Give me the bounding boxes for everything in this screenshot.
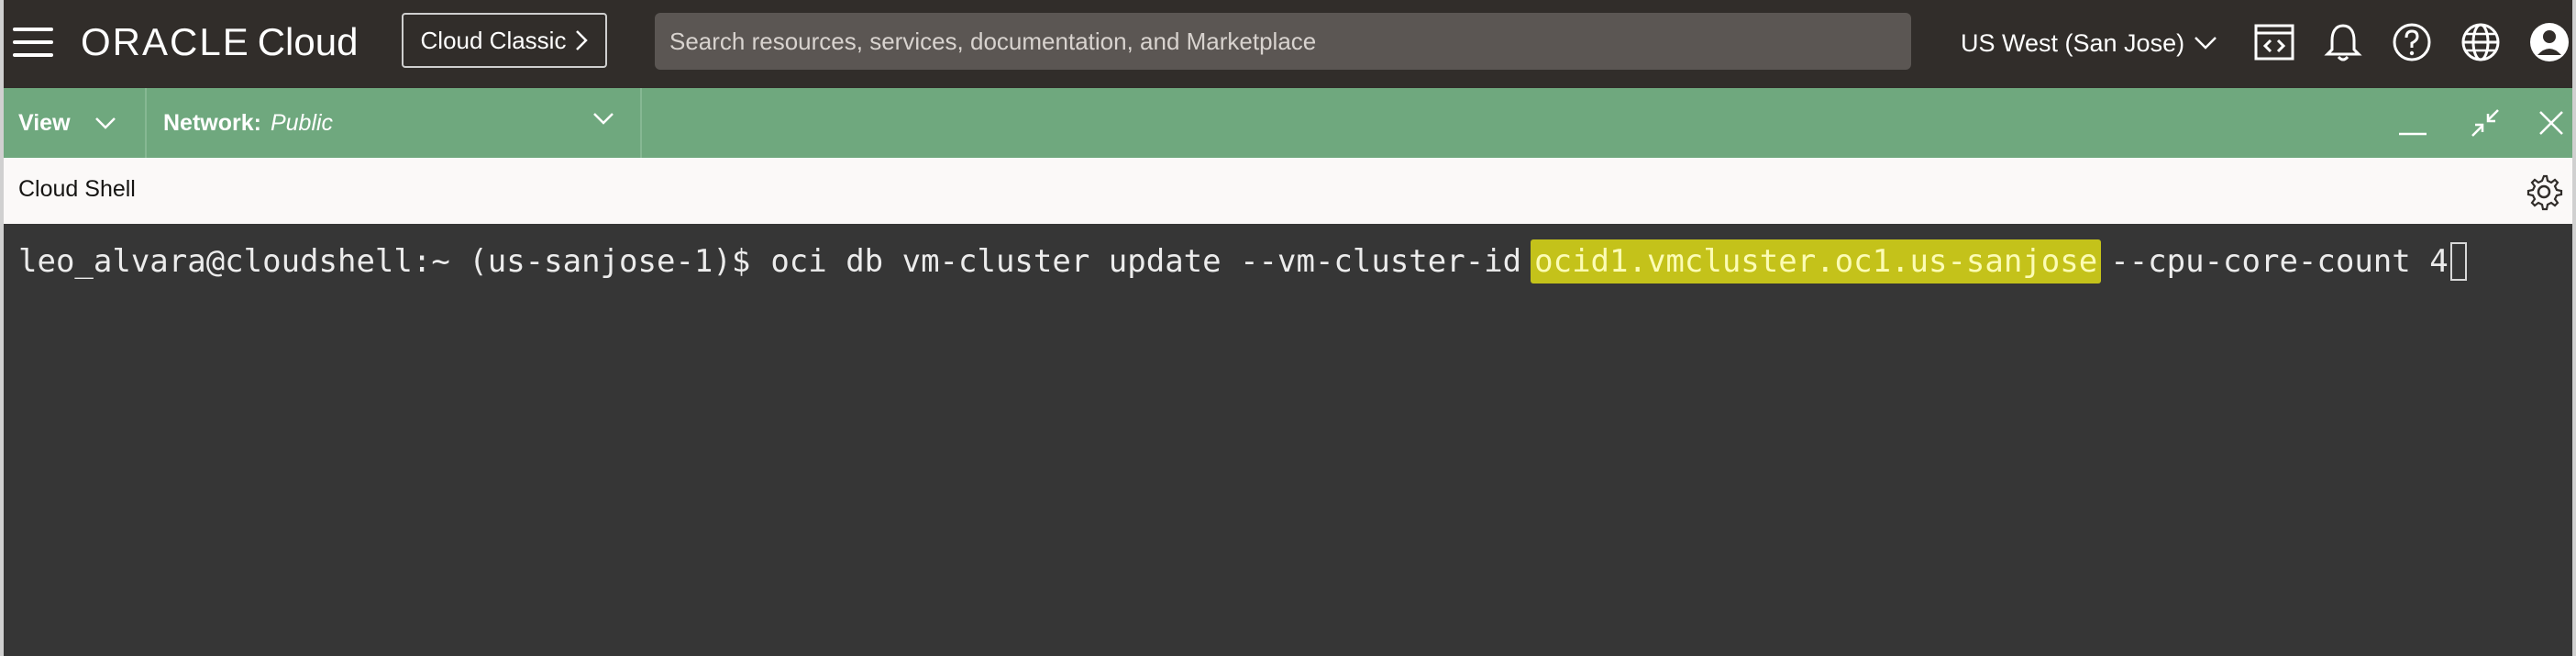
region-label: US West (San Jose) xyxy=(1961,28,2185,57)
close-icon[interactable] xyxy=(2531,105,2571,141)
network-dropdown[interactable]: Network: Public xyxy=(149,88,642,158)
view-label: View xyxy=(18,109,71,136)
network-value: Public xyxy=(270,109,334,136)
view-dropdown[interactable]: View xyxy=(4,88,147,158)
network-label: Network: xyxy=(163,109,261,136)
help-icon[interactable] xyxy=(2390,20,2434,64)
chevron-down-icon xyxy=(2195,37,2217,50)
search-input[interactable] xyxy=(668,12,1911,71)
terminal-command-line: leo_alvara@cloudshell:~ (us-sanjose-1)$ … xyxy=(18,239,2467,284)
cloud-shell-title: Cloud Shell xyxy=(18,176,136,202)
top-navigation-bar: ORACLE Cloud Cloud Classic US West (San … xyxy=(4,0,2572,88)
user-profile-icon[interactable] xyxy=(2527,20,2571,64)
code-editor-icon[interactable] xyxy=(2252,20,2296,64)
globe-icon[interactable] xyxy=(2459,20,2503,64)
chevron-down-icon xyxy=(94,117,116,129)
terminal-prompt: leo_alvara@cloudshell:~ (us-sanjose-1)$ xyxy=(18,243,751,280)
cloud-classic-label: Cloud Classic xyxy=(420,26,567,54)
terminal-area[interactable]: leo_alvara@cloudshell:~ (us-sanjose-1)$ … xyxy=(4,224,2572,656)
terminal-cursor xyxy=(2449,242,2467,281)
logo-cloud-text: Cloud xyxy=(257,20,359,63)
search-box[interactable] xyxy=(655,12,1911,71)
cloud-shell-toolbar: View Network: Public xyxy=(4,88,2572,160)
command-text: oci db vm-cluster update --vm-cluster-id xyxy=(770,243,1522,280)
gear-icon[interactable] xyxy=(2525,172,2563,211)
chevron-right-icon xyxy=(576,30,589,50)
region-selector[interactable]: US West (San Jose) xyxy=(1961,22,2217,64)
app-frame: ORACLE Cloud Cloud Classic US West (San … xyxy=(0,0,2576,656)
oracle-cloud-logo[interactable]: ORACLE Cloud xyxy=(81,17,358,68)
logo-oracle-text: ORACLE xyxy=(81,20,250,63)
hamburger-menu-icon[interactable] xyxy=(13,24,55,61)
restore-icon[interactable] xyxy=(2465,105,2505,141)
cloud-shell-titlebar: Cloud Shell xyxy=(4,158,2572,225)
bell-icon[interactable] xyxy=(2321,20,2365,64)
chevron-down-icon xyxy=(593,113,614,125)
highlighted-ocid: ocid1.vmcluster.oc1.us-sanjose xyxy=(1531,239,2102,284)
cloud-classic-button[interactable]: Cloud Classic xyxy=(402,13,607,68)
minimize-icon[interactable] xyxy=(2394,105,2434,141)
command-args: --cpu-core-count 4 xyxy=(2110,243,2449,280)
